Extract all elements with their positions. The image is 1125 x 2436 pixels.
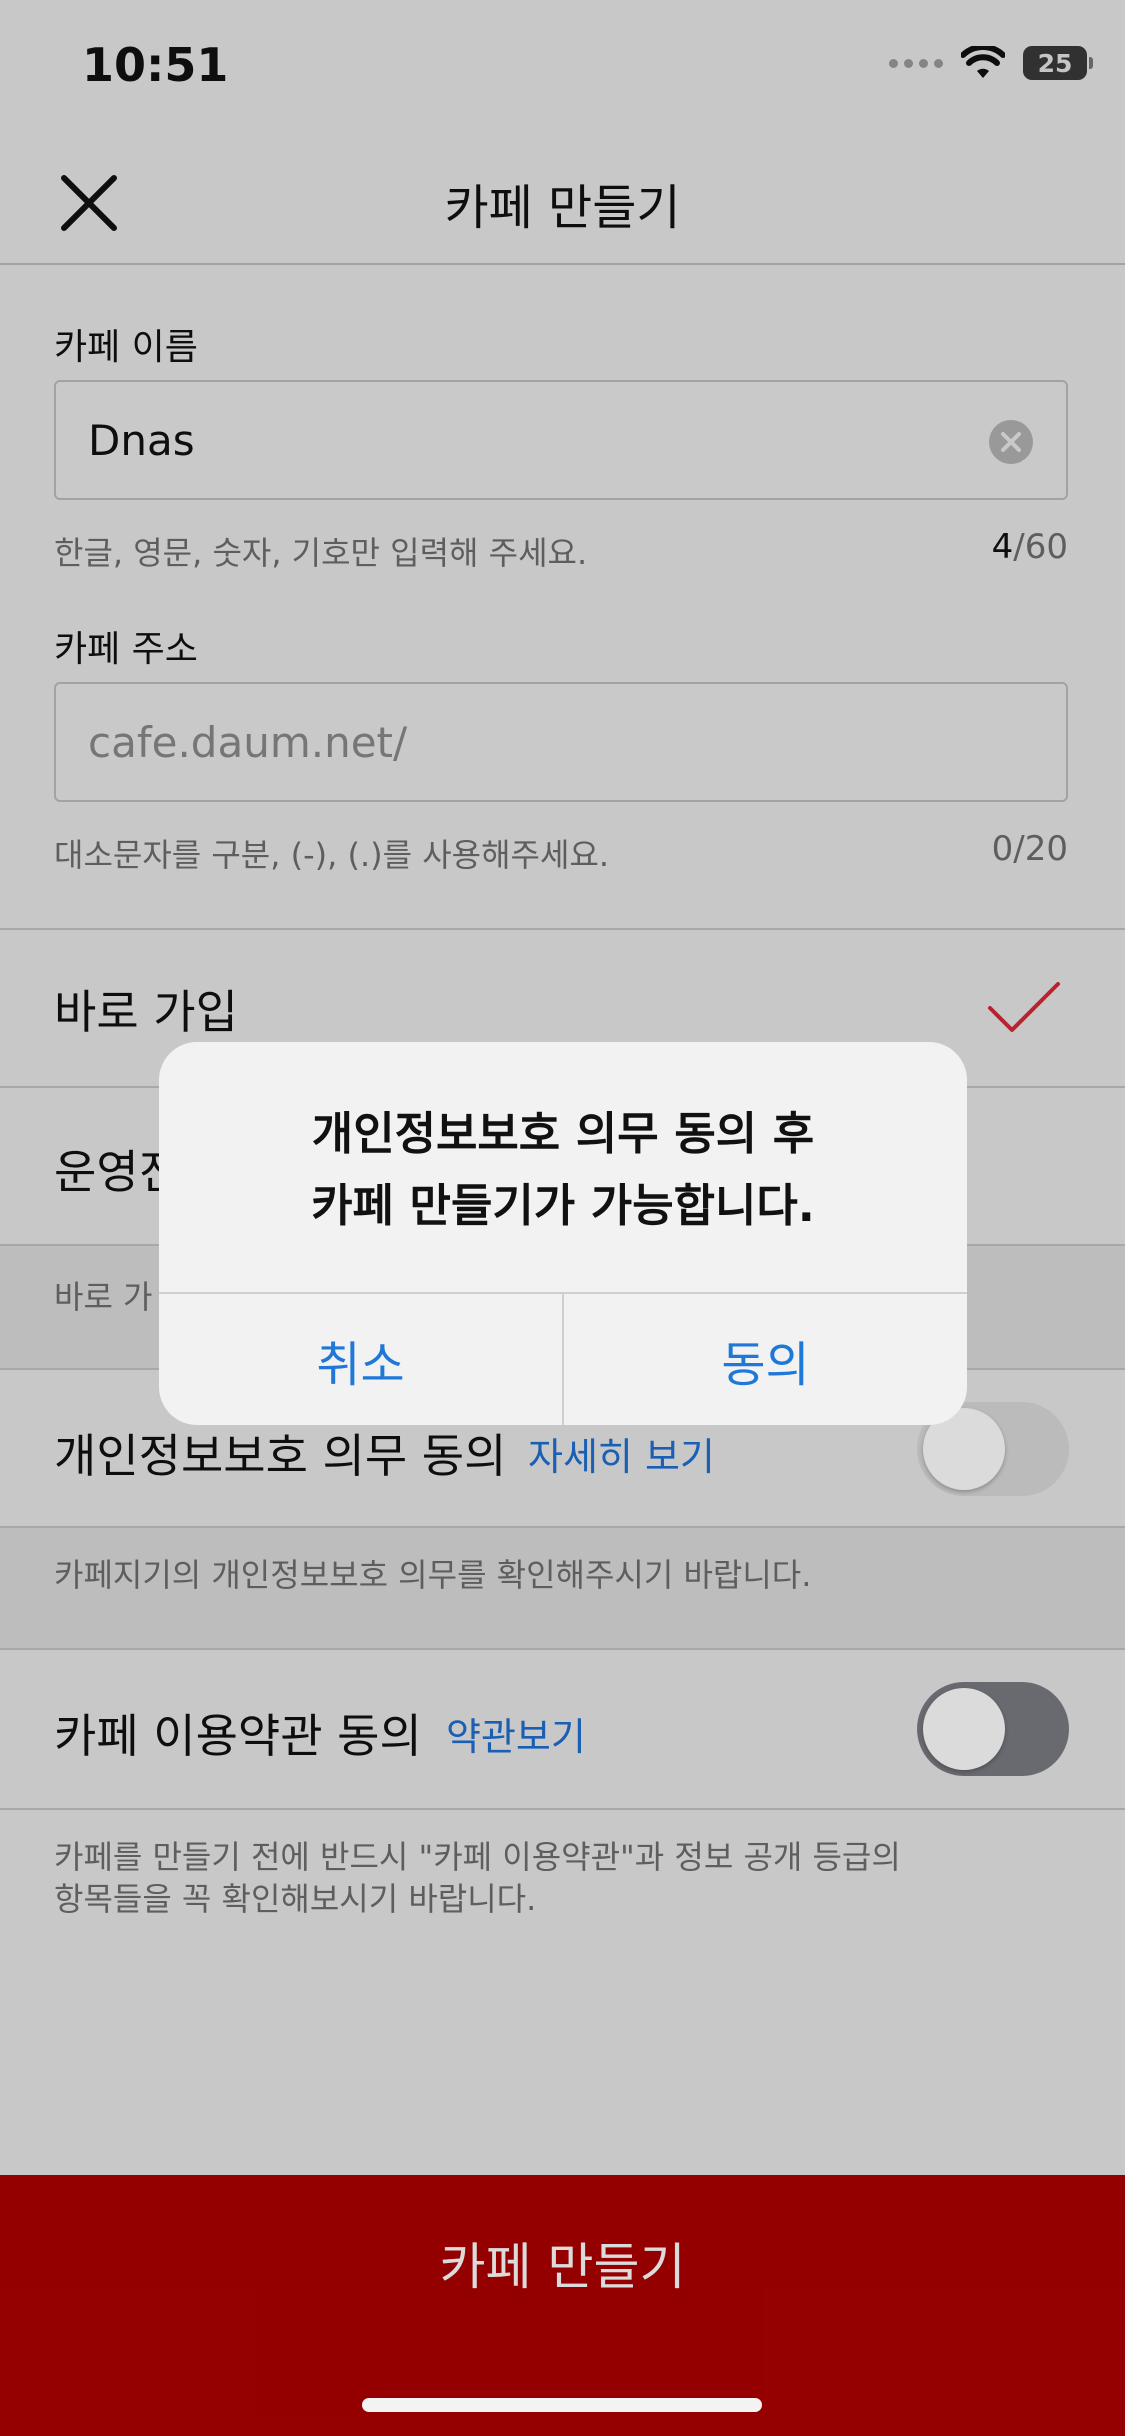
home-indicator [362, 2398, 762, 2412]
agree-button[interactable]: 동의 [564, 1294, 967, 1425]
alert-message: 개인정보보호 의무 동의 후 카페 만들기가 가능합니다. [311, 1107, 815, 1232]
alert-dialog: 개인정보보호 의무 동의 후 카페 만들기가 가능합니다. 취소 동의 [159, 1042, 967, 1425]
cancel-button[interactable]: 취소 [159, 1294, 562, 1425]
